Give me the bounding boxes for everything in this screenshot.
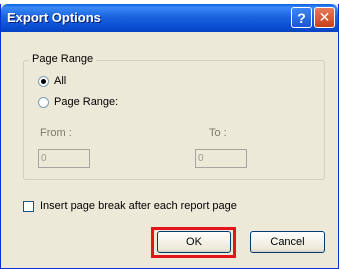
radio-page-range-indicator[interactable] xyxy=(38,96,49,108)
from-input[interactable]: 0 xyxy=(38,149,90,168)
radio-all-label: All xyxy=(54,75,67,87)
export-options-dialog: Export Options ? ✕ Page Range All Page R… xyxy=(0,4,339,269)
close-icon: ✕ xyxy=(318,9,331,25)
page-break-checkbox[interactable] xyxy=(23,200,34,212)
radio-page-range-label: Page Range: xyxy=(54,96,119,108)
to-label: To : xyxy=(209,127,227,139)
cancel-button-label: Cancel xyxy=(270,236,305,248)
radio-all[interactable]: All xyxy=(38,75,66,87)
dialog-title: Export Options xyxy=(7,10,101,25)
from-label: From : xyxy=(40,127,72,139)
page-break-label: Insert page break after each report page xyxy=(40,200,237,212)
title-bar[interactable]: Export Options ? ✕ xyxy=(1,4,338,32)
page-range-group: Page Range All Page Range: From : To : 0… xyxy=(23,53,325,180)
help-icon: ? xyxy=(297,9,306,26)
to-input[interactable]: 0 xyxy=(195,149,247,168)
ok-highlight-box xyxy=(151,227,236,258)
close-button[interactable]: ✕ xyxy=(314,7,335,28)
cancel-button[interactable]: Cancel xyxy=(250,231,325,253)
help-button[interactable]: ? xyxy=(291,7,312,28)
radio-all-indicator[interactable] xyxy=(38,75,49,87)
page-break-option[interactable]: Insert page break after each report page xyxy=(23,200,237,212)
radio-page-range[interactable]: Page Range: xyxy=(38,96,118,108)
page-range-legend: Page Range xyxy=(29,53,97,65)
